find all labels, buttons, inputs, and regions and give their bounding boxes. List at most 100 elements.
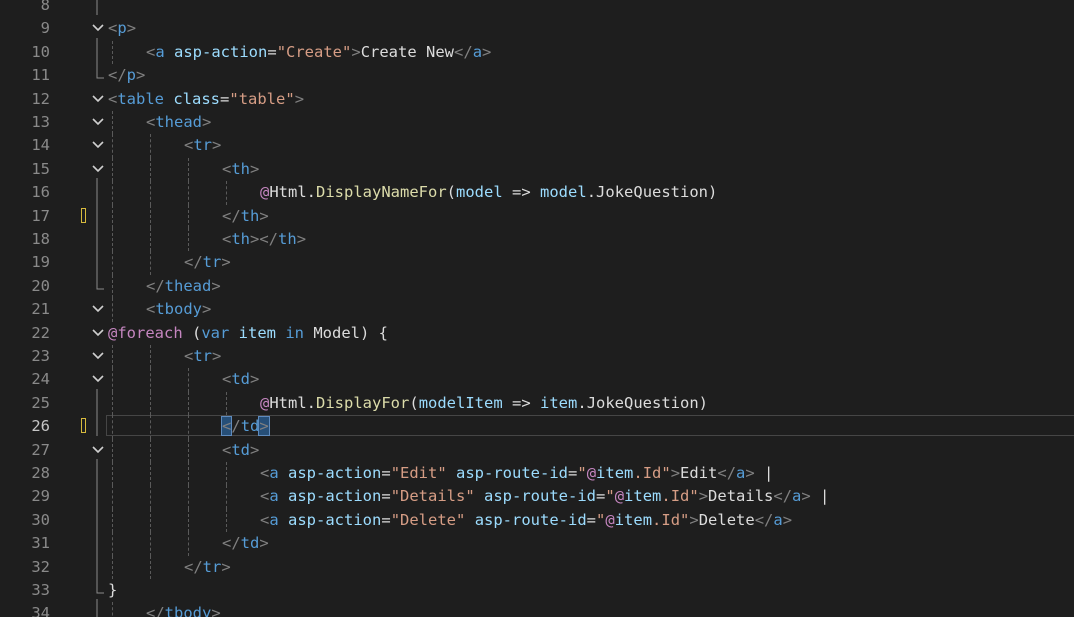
code-token: < bbox=[222, 370, 232, 389]
code-line[interactable]: 10 <a asp-action="Create">Create New</a> bbox=[0, 37, 1074, 65]
code-line[interactable]: 16 @Html.DisplayNameFor(model => model.Jo… bbox=[0, 178, 1074, 205]
code-line[interactable]: 8 bbox=[0, 0, 1074, 17]
code-text[interactable]: @foreach (var item in Model) { bbox=[108, 322, 388, 345]
code-token: Model) { bbox=[304, 323, 389, 342]
code-text[interactable]: <a asp-action="Edit" asp-route-id="@item… bbox=[260, 462, 773, 485]
code-line[interactable]: 34 </tbody> bbox=[0, 599, 1074, 617]
fold-chevron-icon[interactable] bbox=[91, 88, 105, 111]
code-text[interactable]: </td> bbox=[222, 532, 269, 555]
code-token: > bbox=[689, 510, 699, 529]
code-line[interactable]: 9 <p> bbox=[0, 17, 1074, 40]
code-line[interactable]: 29 <a asp-action="Details" asp-route-id="… bbox=[0, 482, 1074, 509]
code-text[interactable]: </p> bbox=[108, 64, 145, 87]
code-token: Details bbox=[708, 487, 774, 506]
fold-chevron-icon[interactable] bbox=[91, 322, 105, 345]
code-text[interactable]: <p> bbox=[108, 17, 136, 40]
fold-gutter-line bbox=[91, 599, 105, 617]
code-line[interactable]: 19 </tr> bbox=[0, 248, 1074, 275]
code-line[interactable]: 15 <th> bbox=[0, 157, 1074, 182]
code-text[interactable]: <a asp-action="Details" asp-route-id="@i… bbox=[260, 485, 829, 508]
code-text[interactable]: <tbody> bbox=[146, 298, 211, 321]
fold-end-icon bbox=[91, 61, 105, 87]
code-token: > bbox=[212, 136, 222, 155]
line-number: 31 bbox=[31, 534, 50, 553]
code-line[interactable]: 30 <a asp-action="Delete" asp-route-id="@… bbox=[0, 505, 1074, 533]
code-text[interactable]: </tr> bbox=[184, 556, 231, 579]
code-text[interactable]: <a asp-action="Delete" asp-route-id="@it… bbox=[260, 509, 792, 532]
indent-guide bbox=[150, 181, 151, 205]
code-token: thead bbox=[155, 113, 203, 131]
code-line[interactable]: 31 </td> bbox=[0, 529, 1074, 556]
code-token: a bbox=[269, 487, 289, 506]
code-token: asp-route-id bbox=[484, 487, 596, 506]
fold-chevron-icon[interactable] bbox=[91, 134, 105, 157]
code-line[interactable]: 32 </tr> bbox=[0, 552, 1074, 579]
indent-guide bbox=[112, 555, 113, 579]
code-editor[interactable]: 8 9 <p> 10 <a asp-action="Create">Create New… bbox=[0, 0, 1074, 617]
code-line[interactable]: 33} bbox=[0, 576, 1074, 602]
indent-guide bbox=[188, 181, 189, 205]
code-line[interactable]: 12 <table class="table"> bbox=[0, 88, 1074, 111]
indent-guide bbox=[150, 438, 151, 462]
line-number: 17 bbox=[31, 206, 50, 225]
code-token: > bbox=[296, 230, 307, 248]
code-token: < bbox=[260, 510, 270, 529]
code-text[interactable]: <td> bbox=[222, 439, 259, 462]
code-text[interactable]: <table class="table"> bbox=[108, 88, 304, 111]
code-token: < bbox=[146, 300, 156, 319]
code-line[interactable]: 17 </th> bbox=[0, 201, 1074, 228]
code-line[interactable]: 24 <td> bbox=[0, 368, 1074, 392]
code-text[interactable]: <tr> bbox=[184, 134, 221, 157]
code-text[interactable]: <thead> bbox=[146, 111, 211, 134]
code-text[interactable]: </thead> bbox=[146, 275, 221, 298]
code-line[interactable]: 14 <tr> bbox=[0, 134, 1074, 158]
line-number: 11 bbox=[31, 66, 50, 85]
code-text[interactable]: <th> bbox=[222, 158, 259, 181]
indent-guide bbox=[112, 438, 113, 462]
code-token: < bbox=[222, 440, 232, 459]
code-line[interactable]: 11 </p> bbox=[0, 61, 1074, 87]
indent-guide bbox=[112, 204, 113, 228]
code-text[interactable]: <td> bbox=[222, 368, 259, 391]
code-text[interactable]: </td> bbox=[220, 415, 270, 438]
code-line[interactable]: 26 </td> bbox=[0, 412, 1074, 439]
indent-guide bbox=[112, 368, 113, 392]
code-token: JokeQuestion) bbox=[596, 183, 718, 202]
code-token: ></ bbox=[250, 230, 279, 248]
code-text[interactable]: } bbox=[108, 579, 117, 602]
code-text[interactable]: @Html.DisplayNameFor(model => model.Joke… bbox=[260, 181, 717, 204]
code-token: . bbox=[586, 183, 597, 202]
line-number: 9 bbox=[40, 19, 50, 38]
fold-chevron-icon[interactable] bbox=[91, 298, 105, 321]
code-line[interactable]: 21 <tbody> bbox=[0, 298, 1074, 322]
code-token: item bbox=[624, 487, 662, 506]
code-token: "Details" bbox=[390, 487, 485, 506]
code-token: > bbox=[250, 159, 260, 178]
code-token: </ bbox=[773, 487, 793, 506]
code-text[interactable]: <tr> bbox=[184, 345, 221, 368]
code-line[interactable]: 28 <a asp-action="Edit" asp-route-id="@it… bbox=[0, 459, 1074, 486]
code-line[interactable]: 18 <th></th> bbox=[0, 225, 1074, 252]
fold-chevron-icon[interactable] bbox=[91, 345, 105, 368]
code-text[interactable]: </tbody> bbox=[146, 602, 221, 617]
code-token: > bbox=[136, 66, 146, 85]
fold-gutter-line bbox=[91, 412, 105, 438]
code-token: model bbox=[456, 183, 503, 202]
code-token: > bbox=[221, 253, 231, 272]
code-text[interactable]: <th></th> bbox=[222, 228, 306, 251]
code-line[interactable]: 27 <td> bbox=[0, 438, 1074, 462]
fold-chevron-icon[interactable] bbox=[91, 111, 105, 134]
code-line[interactable]: 25 @Html.DisplayFor(modelItem => item.Jok… bbox=[0, 388, 1074, 416]
code-token: > bbox=[211, 604, 221, 617]
code-text[interactable]: @Html.DisplayFor(modelItem => item.JokeQ… bbox=[260, 392, 708, 415]
code-line[interactable]: 23 <tr> bbox=[0, 345, 1074, 369]
code-text[interactable]: </th> bbox=[222, 205, 269, 228]
code-line[interactable]: 22 @foreach (var item in Model) { bbox=[0, 322, 1074, 345]
code-token: > bbox=[212, 347, 222, 365]
code-text[interactable]: </tr> bbox=[184, 251, 231, 274]
code-text[interactable]: <a asp-action="Create">Create New</a> bbox=[146, 41, 491, 64]
code-line[interactable]: 20 </thead> bbox=[0, 271, 1074, 299]
code-token: item bbox=[540, 393, 578, 412]
code-line[interactable]: 13 <thead> bbox=[0, 111, 1074, 135]
code-token: > bbox=[670, 464, 681, 482]
